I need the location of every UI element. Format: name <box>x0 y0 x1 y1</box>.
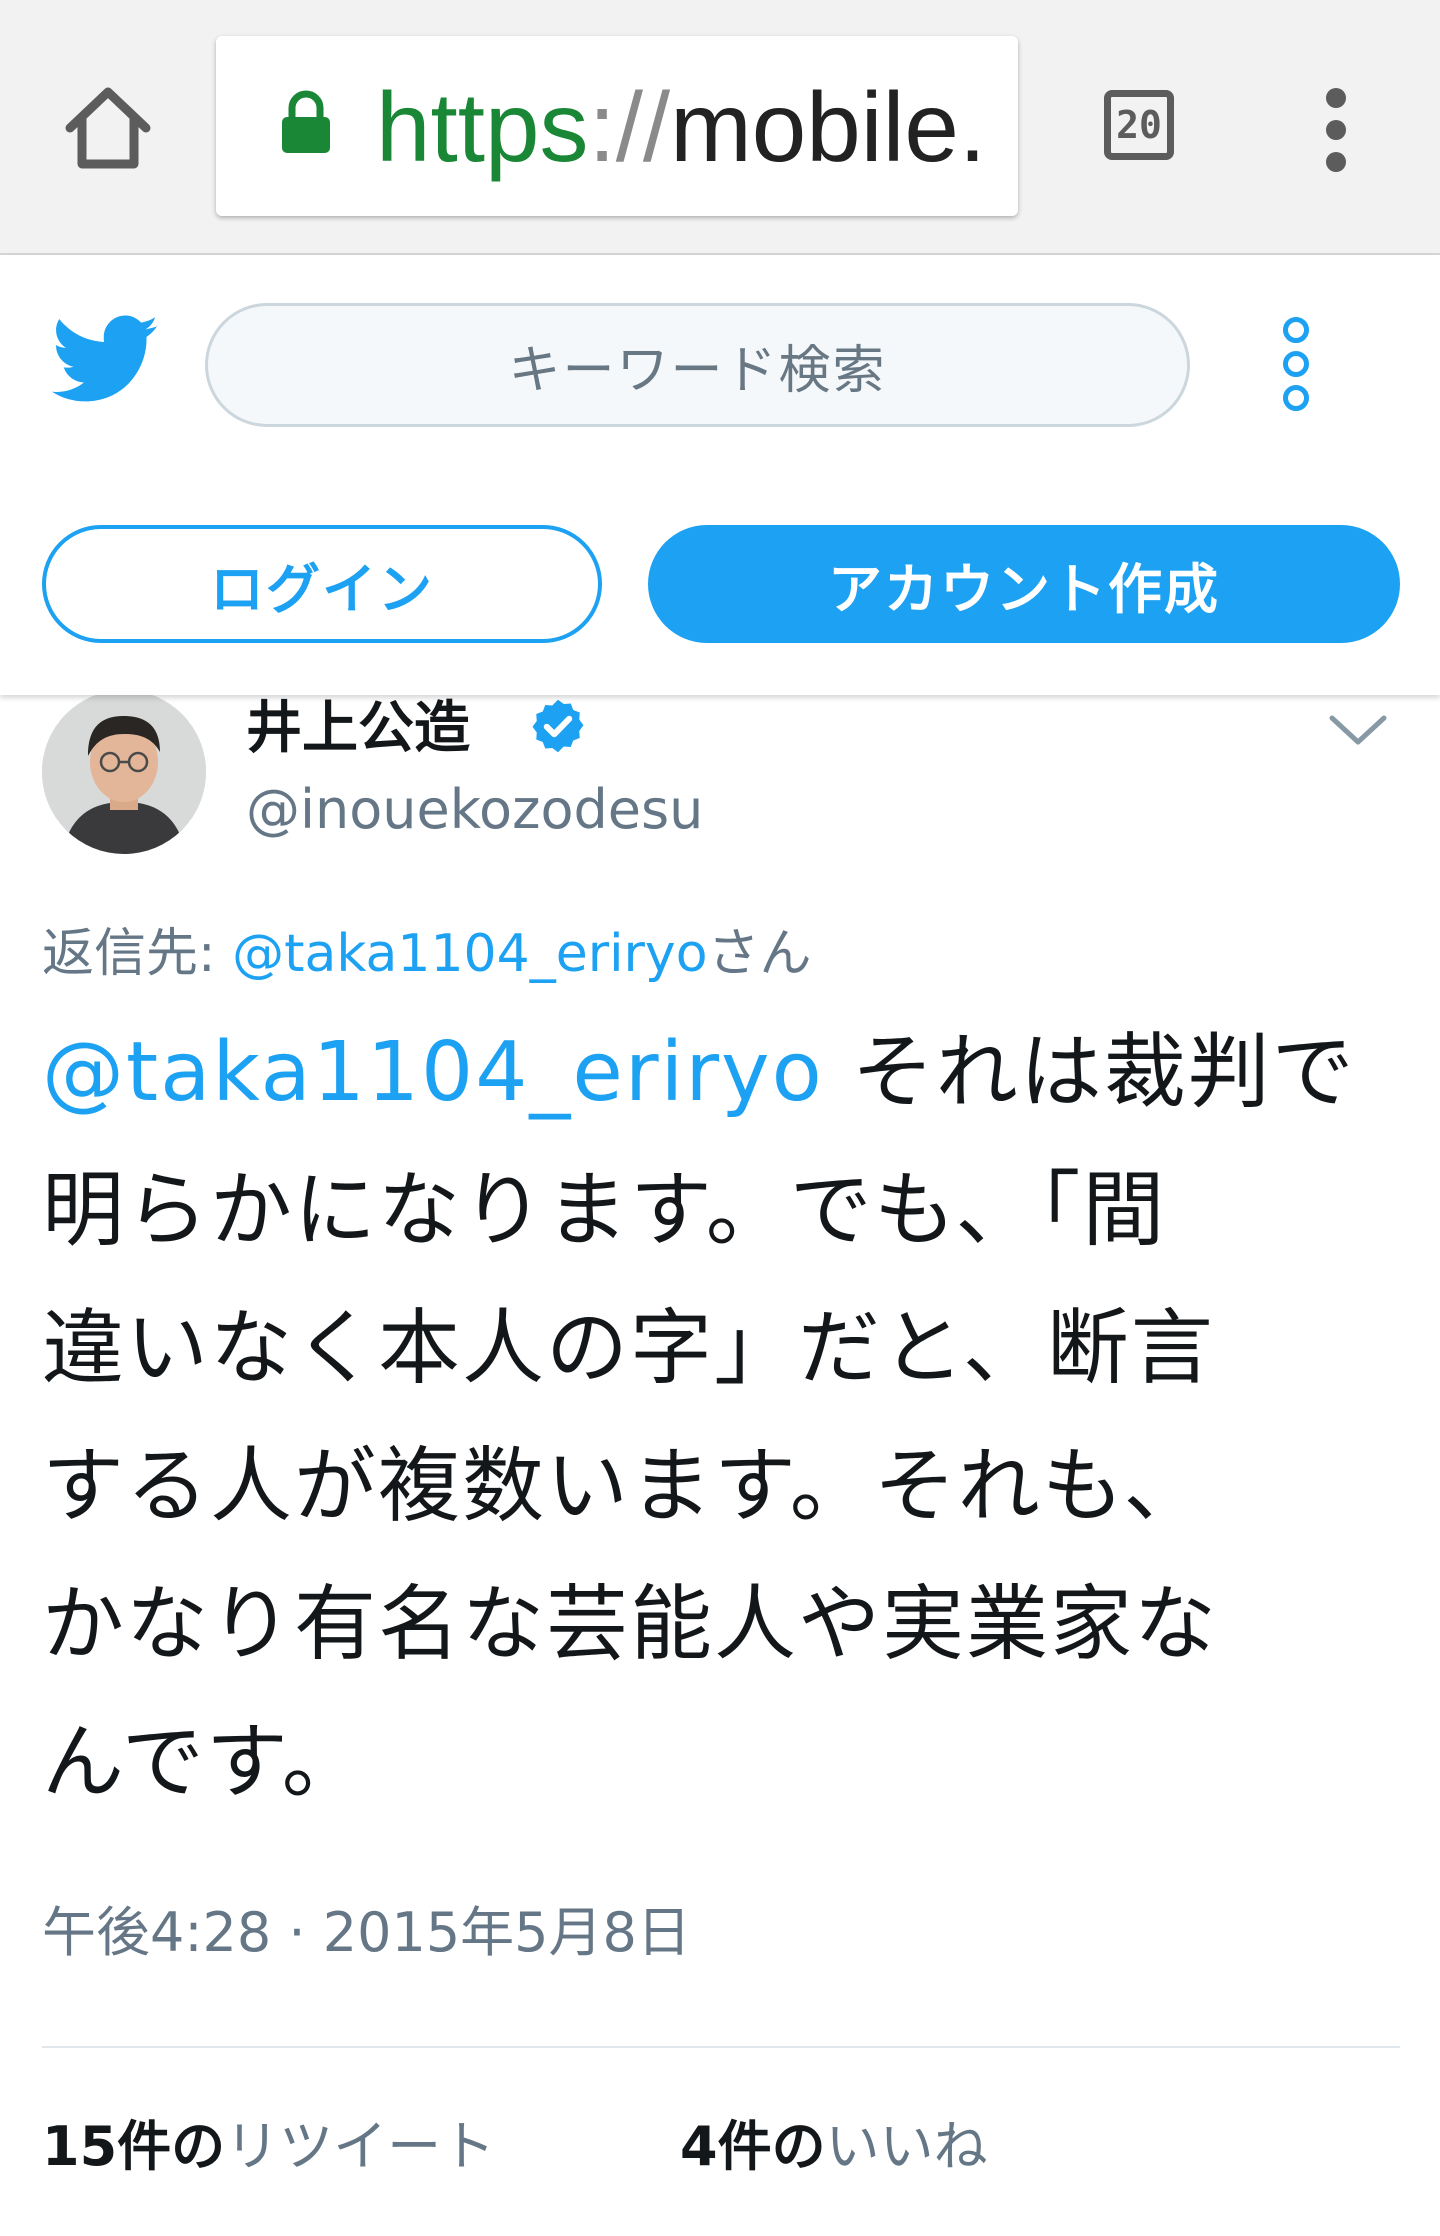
display-name[interactable]: 井上公造 <box>246 693 470 765</box>
reply-prefix: 返信先: <box>42 924 233 984</box>
chevron-down-icon[interactable] <box>1326 710 1390 750</box>
like-count: 4 <box>680 2115 718 2178</box>
signup-button[interactable]: アカウント作成 <box>648 525 1400 643</box>
url-host: mobile. <box>670 72 987 182</box>
retweet-stat[interactable]: 15件のリツイート <box>42 2112 495 2182</box>
tweet-text: @taka1104_eriryo それは裁判で 明らかになります。でも、「間 違… <box>42 1004 1412 1832</box>
like-count-suffix: 件の <box>717 2115 826 2178</box>
url-separator: :// <box>588 72 671 182</box>
url-scheme: https <box>376 72 589 182</box>
avatar[interactable] <box>42 690 206 854</box>
login-button[interactable]: ログイン <box>42 525 602 643</box>
username[interactable]: @inouekozodesu <box>246 775 703 845</box>
browser-toolbar: https://mobile. 20 <box>0 0 1440 255</box>
twitter-logo-icon[interactable] <box>51 315 160 405</box>
lock-icon <box>278 90 334 154</box>
verified-badge-icon <box>528 696 588 756</box>
reply-context: 返信先: @taka1104_eriryoさん <box>42 920 812 988</box>
tweet-text-line: する人が複数います。それも、 <box>42 1439 1208 1534</box>
divider <box>42 2046 1400 2048</box>
tweet-text-line: かなり有名な芸能人や実業家な <box>42 1577 1219 1672</box>
more-options-icon[interactable] <box>1280 317 1312 417</box>
like-label: いいね <box>825 2115 988 2178</box>
tweet-text-line: んです。 <box>42 1715 366 1810</box>
reply-suffix: さん <box>707 924 812 984</box>
tweet-timestamp[interactable]: 午後4:28 · 2015年5月8日 <box>42 1898 691 1968</box>
tweet-text-line: 違いなく本人の字」だと、断言 <box>42 1301 1215 1396</box>
tweet-text-segment: それは裁判で <box>823 1025 1356 1120</box>
retweet-count: 15 <box>42 2115 118 2178</box>
tweet-mention-link[interactable]: @taka1104_eriryo <box>42 1025 824 1120</box>
search-input[interactable]: キーワード検索 <box>205 303 1190 427</box>
url-text: https://mobile. <box>376 72 986 182</box>
overflow-menu-icon[interactable] <box>1314 88 1358 172</box>
retweet-label: リツイート <box>225 2115 496 2178</box>
retweet-count-suffix: 件の <box>117 2115 226 2178</box>
twitter-header: キーワード検索 ログイン アカウント作成 <box>0 255 1440 695</box>
reply-mention-link[interactable]: @taka1104_eriryo <box>232 924 707 984</box>
tweet-text-line: 明らかになります。でも、「間 <box>42 1163 1167 1258</box>
home-icon[interactable] <box>58 78 158 178</box>
tweet-text-line: @taka1104_eriryo それは裁判で <box>42 1004 1412 1142</box>
tab-switcher-icon[interactable]: 20 <box>1104 90 1174 160</box>
address-bar[interactable]: https://mobile. <box>216 36 1018 216</box>
like-stat[interactable]: 4件のいいね <box>680 2112 988 2182</box>
